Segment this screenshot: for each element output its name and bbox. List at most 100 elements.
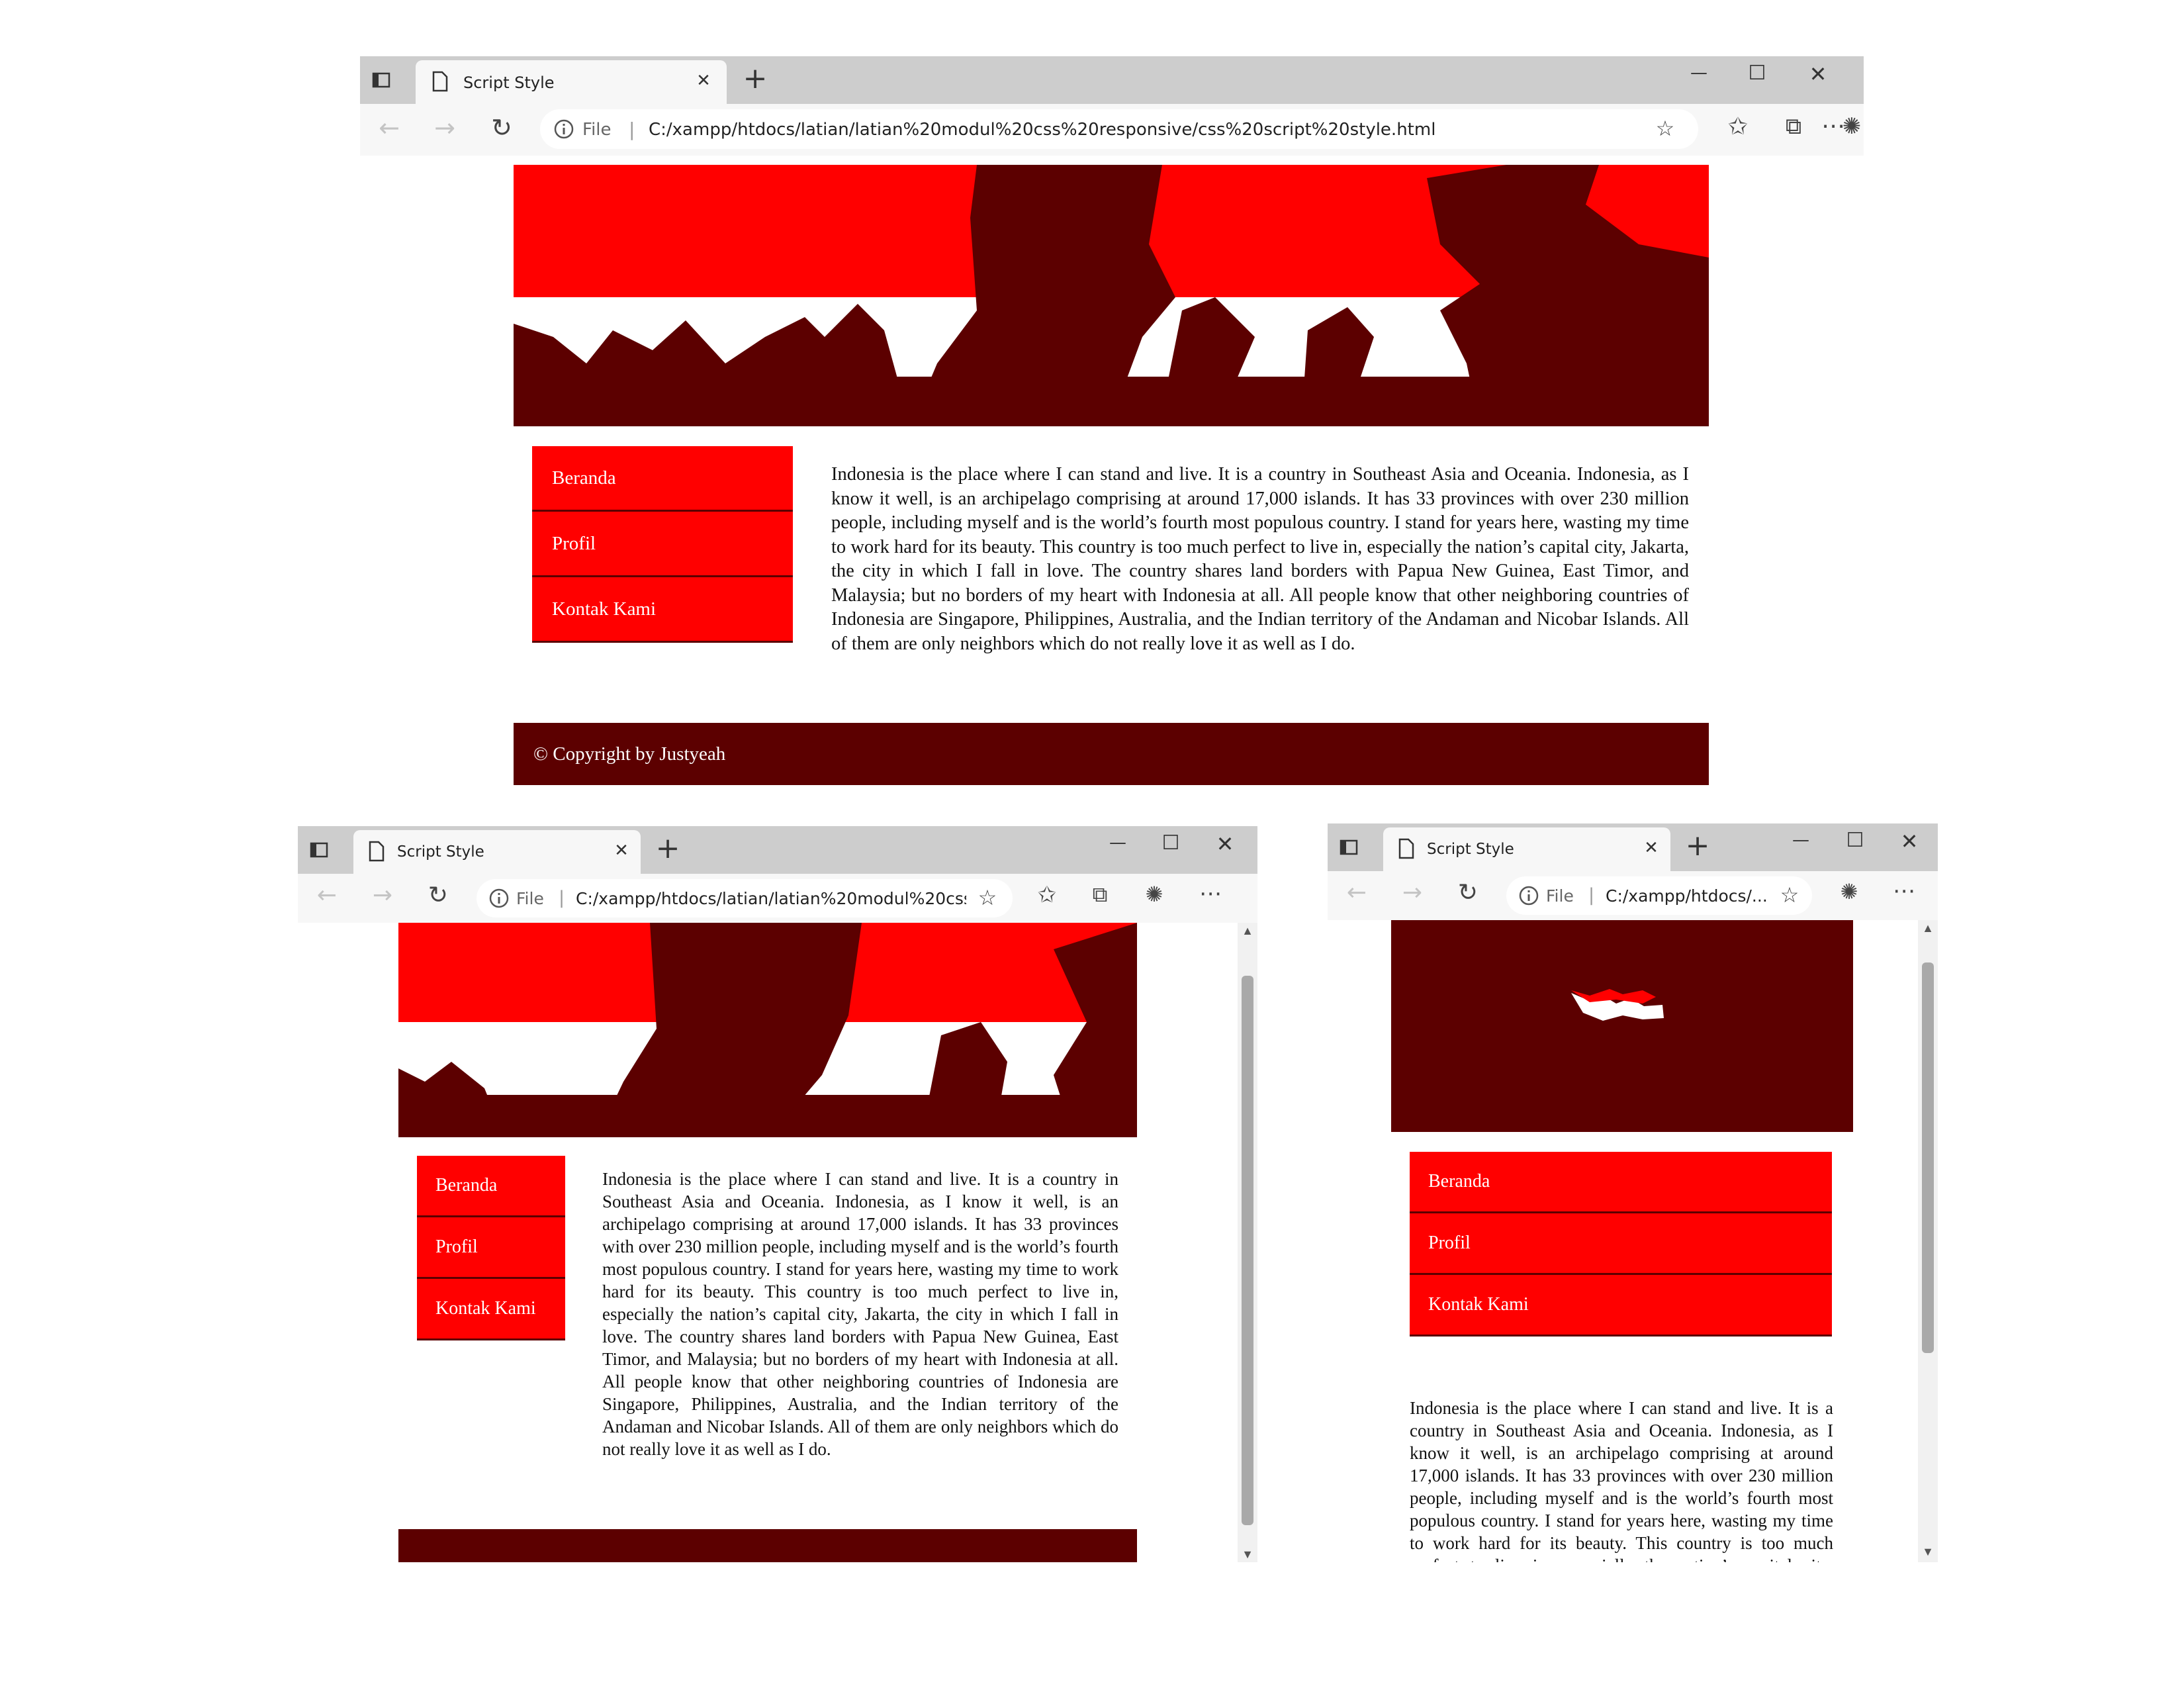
tab-script-style[interactable]: Script Style ✕ [353, 830, 641, 874]
toolbar: ← → ↻ File | C:/xampp/htdocs/latian/lati… [360, 104, 1864, 157]
page-icon [1398, 838, 1415, 863]
favorites-icon[interactable]: ✩ [1723, 113, 1752, 140]
maximize-button[interactable]: ☐ [1839, 829, 1872, 852]
browser-window-medium: Script Style ✕ + — ☐ ✕ ← → ↻ File | C:/x… [298, 826, 1257, 1562]
address-scheme-label: File [516, 889, 544, 908]
vertical-scrollbar[interactable]: ▲ ▼ [1238, 923, 1257, 1562]
tab-script-style[interactable]: Script Style ✕ [416, 60, 727, 104]
refresh-icon[interactable]: ↻ [424, 882, 453, 909]
forward-icon[interactable]: → [368, 882, 397, 909]
address-url[interactable]: C:/xampp/htdocs/latian/latian%20modul%20… [576, 889, 966, 908]
menu-item-kontak-kami[interactable]: Kontak Kami [532, 577, 793, 643]
menu-item-beranda[interactable]: Beranda [1410, 1152, 1832, 1213]
new-tab-button[interactable]: + [739, 62, 772, 95]
scroll-down-arrow[interactable]: ▼ [1918, 1545, 1938, 1559]
header-banner-image [514, 165, 1709, 426]
info-icon [1518, 885, 1539, 910]
collections-icon[interactable]: ⧉ [1779, 113, 1808, 140]
menu-item-profil[interactable]: Profil [1410, 1213, 1832, 1275]
nav-menu: Beranda Profil Kontak Kami [1410, 1152, 1832, 1336]
address-url[interactable]: C:/xampp/htdocs/latian/latian%20modul%20… [649, 120, 1602, 140]
minimize-button[interactable]: — [1682, 63, 1715, 83]
page-viewport: Beranda Profil Kontak Kami Indonesia is … [298, 923, 1257, 1562]
minimize-button[interactable]: — [1784, 830, 1817, 850]
tab-script-style[interactable]: Script Style ✕ [1383, 827, 1670, 871]
address-url[interactable]: C:/xampp/htdocs/... [1606, 886, 1771, 906]
menu-item-profil[interactable]: Profil [532, 512, 793, 577]
toolbar: ← → ↻ File | C:/xampp/htdocs/latian/lati… [298, 874, 1257, 924]
back-icon[interactable]: ← [375, 113, 404, 142]
scroll-down-arrow[interactable]: ▼ [1238, 1548, 1257, 1562]
menu-item-kontak-kami[interactable]: Kontak Kami [1410, 1275, 1832, 1336]
menu-item-beranda[interactable]: Beranda [417, 1156, 565, 1217]
tab-close-button[interactable]: ✕ [612, 841, 631, 861]
address-bar[interactable]: File | C:/xampp/htdocs/latian/latian%20m… [477, 879, 1013, 917]
tab-title: Script Style [397, 843, 484, 861]
address-divider: | [629, 118, 635, 140]
nav-menu: Beranda Profil Kontak Kami [532, 446, 793, 643]
maximize-button[interactable]: ☐ [1741, 62, 1774, 85]
add-favorite-icon[interactable]: ☆ [1652, 116, 1678, 141]
footer: © Copyright by Justyeah [398, 1529, 1137, 1562]
header-banner-image [398, 923, 1137, 1137]
menu-item-kontak-kami[interactable]: Kontak Kami [417, 1279, 565, 1340]
tab-close-button[interactable]: ✕ [694, 71, 713, 91]
maximize-button[interactable]: ☐ [1154, 831, 1187, 855]
browser-window-large: Script Style ✕ + — ☐ ✕ ← → ↻ File | C:/x… [360, 56, 1864, 794]
scrollbar-thumb[interactable] [1922, 962, 1934, 1353]
article-text: Indonesia is the place where I can stand… [831, 464, 1689, 654]
header-banner-image [1391, 920, 1853, 1132]
address-bar[interactable]: File | C:/xampp/htdocs/latian/latian%20m… [540, 109, 1698, 149]
page-viewport: Beranda Profil Kontak Kami Indonesia is … [1328, 920, 1938, 1562]
sidebar-icon[interactable] [1337, 835, 1361, 859]
window-close-button[interactable]: ✕ [1208, 831, 1242, 857]
tab-strip: Script Style ✕ + — ☐ ✕ [298, 826, 1257, 874]
footer: © Copyright by Justyeah [514, 723, 1709, 785]
address-divider: | [1588, 885, 1595, 906]
refresh-icon[interactable]: ↻ [487, 113, 516, 142]
back-icon[interactable]: ← [312, 882, 341, 909]
page-icon [432, 71, 449, 95]
nav-menu: Beranda Profil Kontak Kami [417, 1156, 565, 1340]
favorites-icon[interactable]: ✩ [1032, 882, 1062, 908]
profile-icon[interactable]: ✺ [1835, 879, 1864, 904]
vertical-scrollbar[interactable]: ▲ ▼ [1918, 920, 1938, 1562]
info-icon [488, 888, 510, 912]
article-text: Indonesia is the place where I can stand… [1410, 1398, 1833, 1562]
collections-icon[interactable]: ⧉ [1085, 882, 1115, 908]
address-scheme-label: File [1546, 886, 1574, 906]
sidebar-icon[interactable] [307, 838, 331, 862]
scrollbar-thumb[interactable] [1242, 976, 1253, 1525]
forward-icon[interactable]: → [1398, 879, 1427, 906]
minimize-button[interactable]: — [1101, 833, 1134, 853]
forward-icon[interactable]: → [430, 113, 459, 142]
scroll-up-arrow[interactable]: ▲ [1238, 924, 1257, 938]
tab-title: Script Style [463, 73, 555, 92]
tab-strip: Script Style ✕ + — ☐ ✕ [1328, 823, 1938, 871]
scroll-up-arrow[interactable]: ▲ [1918, 921, 1938, 935]
more-icon[interactable]: ⋯ [1194, 880, 1227, 907]
profile-icon[interactable]: ✺ [1140, 882, 1169, 907]
add-favorite-icon[interactable]: ☆ [974, 885, 1001, 910]
window-close-button[interactable]: ✕ [1893, 829, 1926, 854]
page-icon [368, 841, 385, 865]
more-icon[interactable]: ⋯ [1813, 113, 1853, 140]
address-bar[interactable]: File | C:/xampp/htdocs/... ☆ [1506, 876, 1812, 915]
menu-item-profil[interactable]: Profil [417, 1217, 565, 1279]
new-tab-button[interactable]: + [1681, 829, 1714, 863]
menu-item-beranda[interactable]: Beranda [532, 446, 793, 512]
refresh-icon[interactable]: ↻ [1453, 879, 1482, 906]
back-icon[interactable]: ← [1342, 879, 1371, 906]
tab-close-button[interactable]: ✕ [1641, 838, 1661, 858]
sidebar-icon[interactable] [369, 68, 393, 92]
add-favorite-icon[interactable]: ☆ [1776, 882, 1803, 908]
info-icon [553, 118, 574, 143]
new-tab-button[interactable]: + [651, 831, 684, 865]
tab-strip: Script Style ✕ + — ☐ ✕ [360, 56, 1864, 104]
tab-title: Script Style [1427, 841, 1514, 858]
more-icon[interactable]: ⋯ [1888, 878, 1921, 904]
window-close-button[interactable]: ✕ [1801, 62, 1835, 87]
article-text: Indonesia is the place where I can stand… [602, 1169, 1118, 1459]
address-scheme-label: File [582, 120, 612, 140]
address-divider: | [559, 888, 565, 908]
